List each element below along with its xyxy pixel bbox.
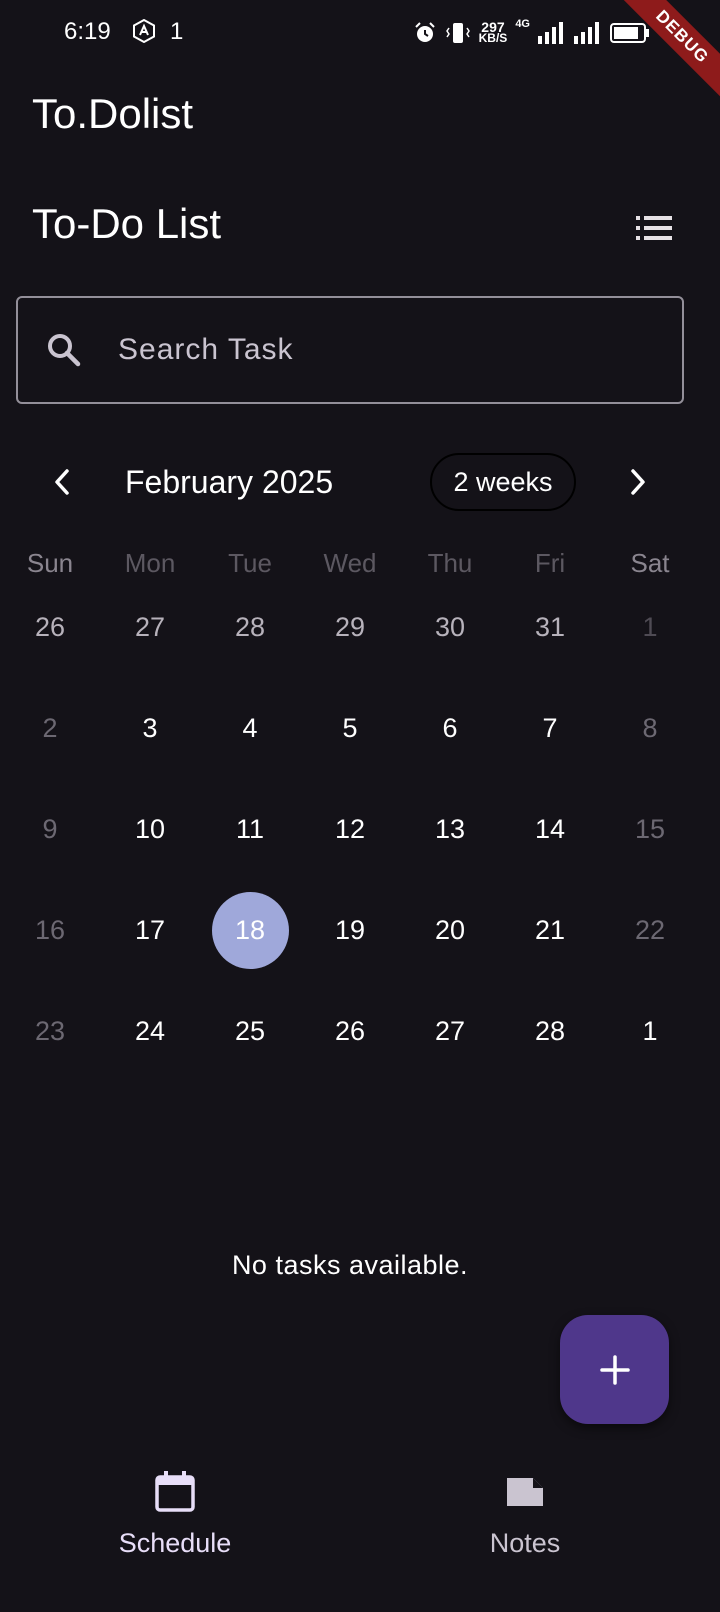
calendar-day[interactable]: 12 bbox=[300, 779, 400, 880]
note-icon bbox=[507, 1478, 543, 1506]
calendar-day[interactable]: 10 bbox=[100, 779, 200, 880]
calendar-day[interactable]: 28 bbox=[200, 577, 300, 678]
nav-label-notes: Notes bbox=[489, 1528, 561, 1558]
calendar-day-selected[interactable]: 18 bbox=[200, 880, 300, 981]
calendar-day[interactable]: 17 bbox=[100, 880, 200, 981]
calendar-day[interactable]: 7 bbox=[500, 678, 600, 779]
app-notification-icon bbox=[133, 19, 155, 43]
search-icon bbox=[48, 334, 81, 367]
calendar-week: 2 3 4 5 6 7 8 bbox=[0, 678, 700, 779]
alarm-icon bbox=[414, 22, 435, 42]
calendar-day[interactable]: 25 bbox=[200, 981, 300, 1082]
search-input[interactable] bbox=[118, 324, 658, 376]
calendar-day[interactable]: 13 bbox=[400, 779, 500, 880]
signal-icon bbox=[538, 22, 563, 44]
calendar-day[interactable]: 15 bbox=[600, 779, 700, 880]
calendar-week: 9 10 11 12 13 14 15 bbox=[0, 779, 700, 880]
next-month-button[interactable] bbox=[614, 458, 662, 506]
calendar-day[interactable]: 20 bbox=[400, 880, 500, 981]
vibrate-icon bbox=[445, 23, 470, 43]
prev-month-button[interactable] bbox=[38, 458, 86, 506]
calendar-day[interactable]: 8 bbox=[600, 678, 700, 779]
calendar-day[interactable]: 22 bbox=[600, 880, 700, 981]
nav-item-notes[interactable]: Notes bbox=[425, 1470, 625, 1559]
add-task-button[interactable] bbox=[560, 1315, 669, 1424]
empty-state-message: No tasks available. bbox=[231, 1250, 469, 1280]
calendar-day[interactable]: 5 bbox=[300, 678, 400, 779]
calendar-grid: 26 27 28 29 30 31 1 2 3 4 5 6 7 8 9 10 1… bbox=[0, 577, 700, 1082]
search-box[interactable] bbox=[16, 296, 684, 404]
month-label: February 2025 bbox=[125, 464, 334, 500]
nav-label-schedule: Schedule bbox=[118, 1528, 232, 1558]
chevron-right-icon bbox=[631, 469, 645, 495]
calendar-day[interactable]: 27 bbox=[100, 577, 200, 678]
status-icons: 297 KB/S 4G bbox=[413, 18, 650, 48]
calendar-day[interactable]: 4 bbox=[200, 678, 300, 779]
calendar-day[interactable]: 23 bbox=[0, 981, 100, 1082]
calendar-week: 23 24 25 26 27 28 1 bbox=[0, 981, 700, 1082]
calendar-day[interactable]: 14 bbox=[500, 779, 600, 880]
network-speed: 297 KB/S bbox=[478, 19, 508, 45]
calendar-day[interactable]: 9 bbox=[0, 779, 100, 880]
app-screen: 6:19 1 297 KB/S 4G DEBUG To.Dolist To-Do… bbox=[0, 0, 720, 1612]
calendar-day[interactable]: 11 bbox=[200, 779, 300, 880]
calendar-format-button[interactable]: 2 weeks bbox=[430, 453, 576, 511]
list-view-button[interactable] bbox=[632, 208, 676, 248]
app-title: To.Dolist bbox=[32, 90, 194, 137]
calendar-day[interactable]: 30 bbox=[400, 577, 500, 678]
calendar-day[interactable]: 26 bbox=[300, 981, 400, 1082]
calendar-header: February 2025 2 weeks bbox=[0, 448, 700, 516]
bottom-navigation: Schedule Notes bbox=[0, 1452, 720, 1612]
calendar-day[interactable]: 6 bbox=[400, 678, 500, 779]
battery-icon bbox=[610, 23, 649, 43]
signal-icon-2 bbox=[574, 22, 599, 44]
calendar-day[interactable]: 24 bbox=[100, 981, 200, 1082]
calendar-day[interactable]: 28 bbox=[500, 981, 600, 1082]
calendar-day[interactable]: 16 bbox=[0, 880, 100, 981]
page-title: To-Do List bbox=[32, 200, 222, 247]
chevron-left-icon bbox=[55, 469, 69, 495]
status-time: 6:19 bbox=[64, 18, 111, 45]
list-icon bbox=[636, 216, 672, 240]
calendar-day[interactable]: 31 bbox=[500, 577, 600, 678]
calendar-day[interactable]: 29 bbox=[300, 577, 400, 678]
calendar-day[interactable]: 2 bbox=[0, 678, 100, 779]
calendar-icon bbox=[155, 1471, 195, 1512]
calendar-day[interactable]: 26 bbox=[0, 577, 100, 678]
status-notification-count: 1 bbox=[170, 18, 184, 45]
nav-item-schedule[interactable]: Schedule bbox=[75, 1470, 275, 1559]
calendar-day[interactable]: 27 bbox=[400, 981, 500, 1082]
calendar-day[interactable]: 21 bbox=[500, 880, 600, 981]
calendar-day[interactable]: 1 bbox=[600, 981, 700, 1082]
status-bar: 6:19 1 297 KB/S 4G bbox=[0, 0, 720, 66]
calendar-week: 16 17 18 19 20 21 22 bbox=[0, 880, 700, 981]
calendar-day[interactable]: 19 bbox=[300, 880, 400, 981]
calendar-week: 26 27 28 29 30 31 1 bbox=[0, 577, 700, 678]
plus-icon bbox=[599, 1354, 630, 1385]
network-type: 4G bbox=[515, 18, 530, 30]
calendar-day[interactable]: 3 bbox=[100, 678, 200, 779]
calendar-day[interactable]: 1 bbox=[600, 577, 700, 678]
